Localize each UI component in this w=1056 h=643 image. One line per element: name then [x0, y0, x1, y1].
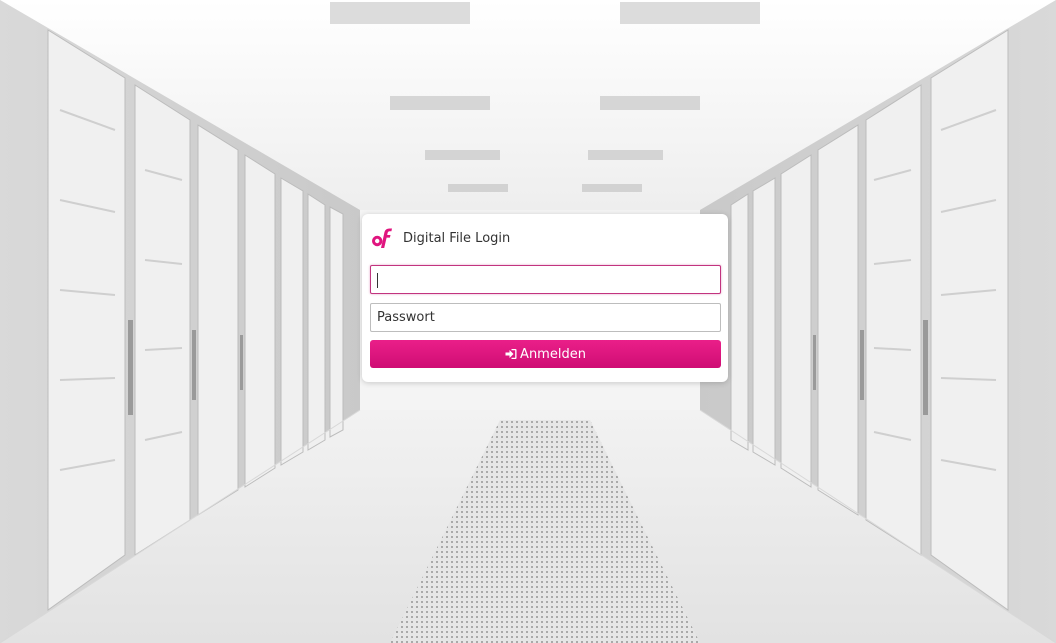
password-input[interactable] [370, 303, 721, 332]
username-input[interactable] [370, 265, 721, 294]
login-button[interactable]: Anmelden [370, 340, 721, 368]
login-title: Digital File Login [403, 230, 511, 246]
sign-in-icon [505, 349, 517, 359]
login-card: Digital File Login Anmelden [362, 214, 728, 382]
digital-file-logo-icon [372, 228, 392, 248]
login-header: Digital File Login [370, 226, 510, 250]
login-button-label: Anmelden [520, 346, 586, 362]
text-cursor [377, 273, 378, 288]
